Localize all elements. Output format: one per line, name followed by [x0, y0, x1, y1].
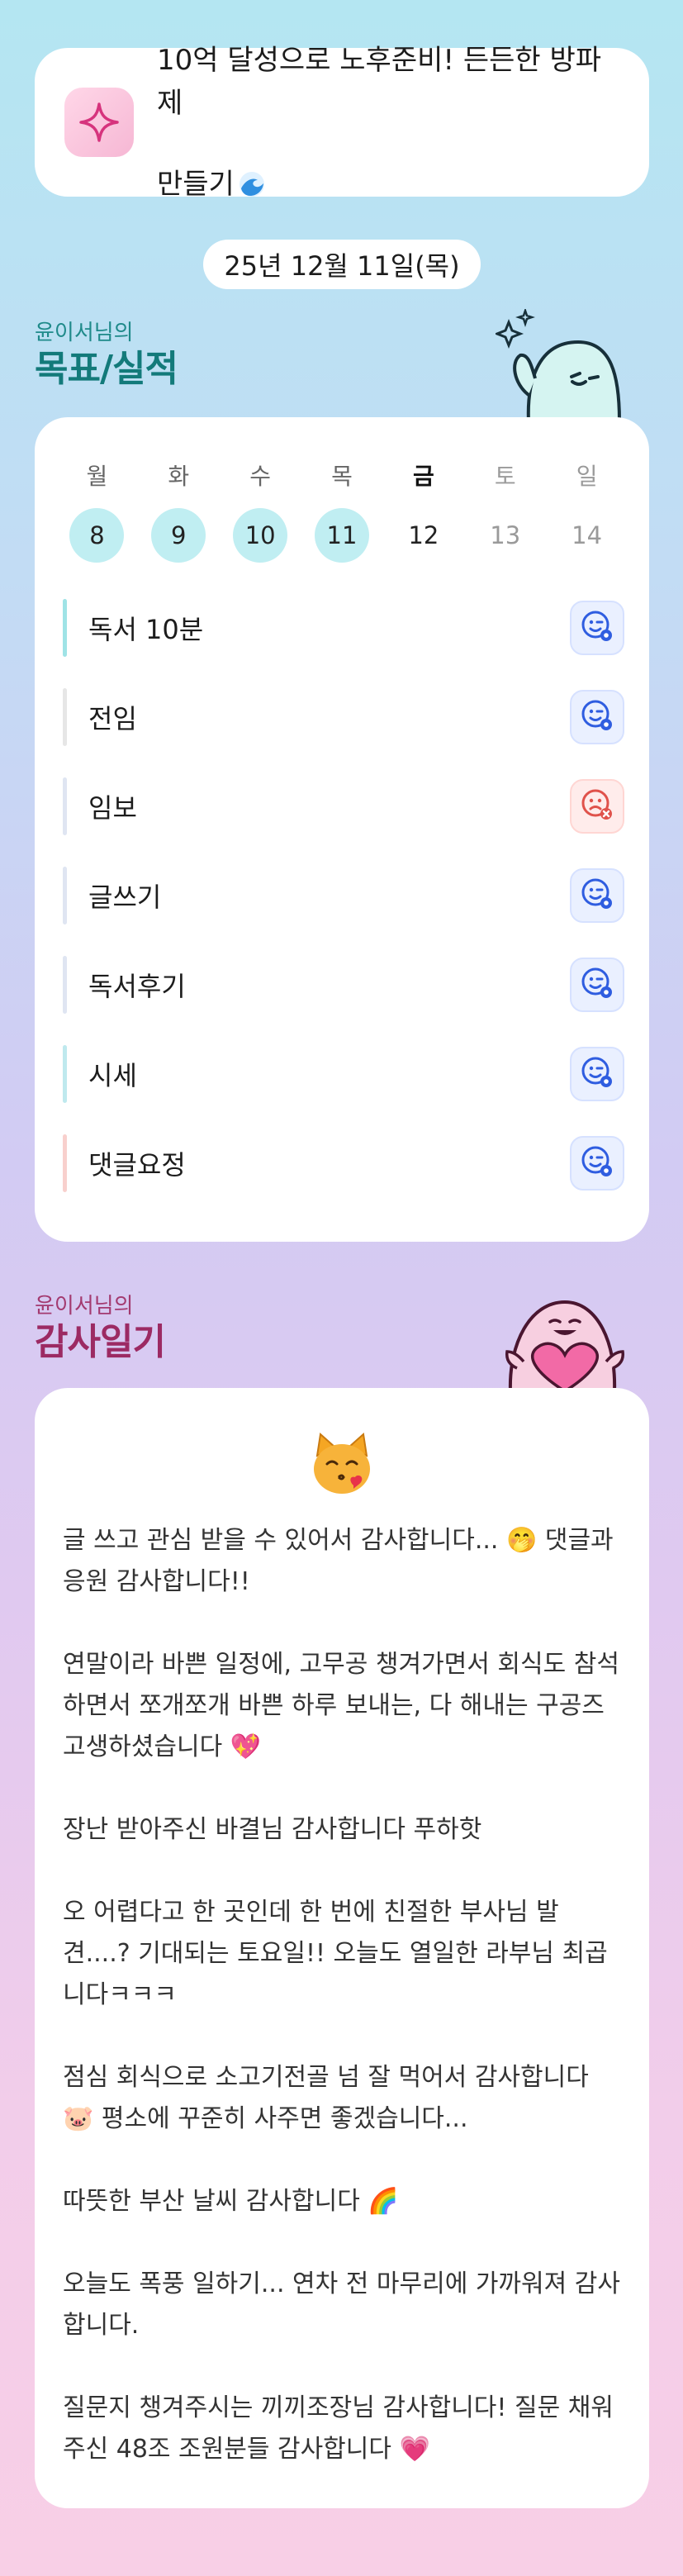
day-tue[interactable]: 화 9: [138, 459, 220, 563]
heart-mascot-icon: [492, 1286, 633, 1394]
goal-color-bar: [63, 777, 67, 835]
goal-success-button[interactable]: [570, 1047, 624, 1101]
goal-item: 글쓰기: [63, 867, 624, 924]
week-calendar: 월 8 화 9 수 10 목 11 금 12 토 13 일 14: [35, 459, 649, 563]
date-pill[interactable]: 25년 12월 11일(목): [203, 240, 481, 289]
goal-item: 시세: [63, 1045, 624, 1103]
goal-label: 독서 10분: [88, 614, 204, 645]
goal-color-bar: [63, 956, 67, 1014]
goal-label: 댓글요정: [88, 1149, 186, 1181]
gratitude-card: 글 쓰고 관심 받을 수 있어서 감사합니다... 🤭 댓글과 응원 감사합니다…: [35, 1388, 649, 2508]
day-number: 11: [315, 508, 369, 563]
gratitude-paragraph: 질문지 챙겨주시는 끼끼조장님 감사합니다! 질문 채워주신 48조 조원분들 …: [63, 2393, 614, 2464]
day-number: 13: [490, 521, 521, 549]
gratitude-paragraph: 오 어렵다고 한 곳인데 한 번에 친절한 부사님 발견....? 기대되는 토…: [63, 1898, 608, 2009]
smile-check-icon: [579, 1143, 615, 1183]
banner-text: 10억 달성으로 노후준비! 든든한 방파제 만들기: [157, 44, 602, 201]
goal-label: 독서후기: [88, 971, 186, 1002]
goal-success-button[interactable]: [570, 958, 624, 1012]
ghost-mascot-icon: [493, 307, 628, 423]
day-mon[interactable]: 월 8: [56, 459, 138, 563]
gratitude-paragraph: 장난 받아주신 바결님 감사합니다 푸하핫: [63, 1815, 482, 1844]
gratitude-paragraph: 오늘도 폭풍 일하기... 연차 전 마무리에 가까워져 감사합니다.: [63, 2269, 620, 2340]
gratitude-paragraph: 따뜻한 부산 날씨 감사합니다 🌈: [63, 2187, 399, 2216]
goal-fail-button[interactable]: [570, 779, 624, 834]
gratitude-paragraph: 글 쓰고 관심 받을 수 있어서 감사합니다... 🤭 댓글과 응원 감사합니다…: [63, 1526, 614, 1596]
goal-label: 시세: [88, 1060, 137, 1091]
day-number: 9: [151, 508, 206, 563]
day-wed[interactable]: 수 10: [220, 459, 301, 563]
gratitude-paragraph: 점심 회식으로 소고기전골 넘 잘 먹어서 감사합니다 🐷 평소에 꾸준히 사주…: [63, 2063, 589, 2133]
goal-item: 독서후기: [63, 956, 624, 1014]
day-number: 12: [408, 521, 439, 549]
goal-item: 댓글요정: [63, 1134, 624, 1192]
day-sat[interactable]: 토 13: [464, 459, 546, 563]
day-sun[interactable]: 일 14: [546, 459, 628, 563]
smile-check-icon: [579, 697, 615, 737]
goal-banner[interactable]: 10억 달성으로 노후준비! 든든한 방파제 만들기: [35, 44, 649, 201]
wave-emoji: [238, 125, 266, 197]
goal-item: 독서 10분: [63, 599, 624, 657]
day-number: 10: [233, 508, 288, 563]
goal-label: 전임: [88, 703, 137, 734]
day-fri[interactable]: 금 12: [382, 459, 464, 563]
smile-check-icon: [579, 965, 615, 1005]
goal-color-bar: [63, 599, 67, 657]
sparkle-icon: [64, 88, 134, 157]
sad-x-icon: [579, 787, 615, 826]
cat-kiss-icon: [307, 1431, 377, 1500]
gratitude-text: 글 쓰고 관심 받을 수 있어서 감사합니다... 🤭 댓글과 응원 감사합니다…: [63, 1520, 624, 2470]
goal-item: 전임: [63, 688, 624, 746]
day-number: 8: [69, 508, 125, 563]
goal-success-button[interactable]: [570, 690, 624, 744]
goal-success-button[interactable]: [570, 1136, 624, 1191]
goal-label: 임보: [88, 792, 137, 824]
goals-title: 목표/실적: [35, 348, 178, 390]
smile-check-icon: [579, 608, 615, 648]
goal-label: 글쓰기: [88, 882, 162, 913]
day-thu[interactable]: 목 11: [301, 459, 383, 563]
goal-color-bar: [63, 688, 67, 746]
diary-title: 감사일기: [35, 1321, 166, 1363]
smile-check-icon: [579, 876, 615, 915]
goals-card: 월 8 화 9 수 10 목 11 금 12 토 13 일 14 독서 10분: [35, 417, 649, 1242]
goal-color-bar: [63, 1134, 67, 1192]
smile-check-icon: [579, 1054, 615, 1094]
gratitude-paragraph: 연말이라 바쁜 일정에, 고무공 챙겨가면서 회식도 참석하면서 쪼개쪼개 바쁜…: [63, 1650, 619, 1761]
goal-color-bar: [63, 1045, 67, 1103]
goal-success-button[interactable]: [570, 601, 624, 655]
goal-item: 임보: [63, 777, 624, 835]
goal-color-bar: [63, 867, 67, 924]
goal-success-button[interactable]: [570, 868, 624, 923]
day-number: 14: [572, 521, 603, 549]
